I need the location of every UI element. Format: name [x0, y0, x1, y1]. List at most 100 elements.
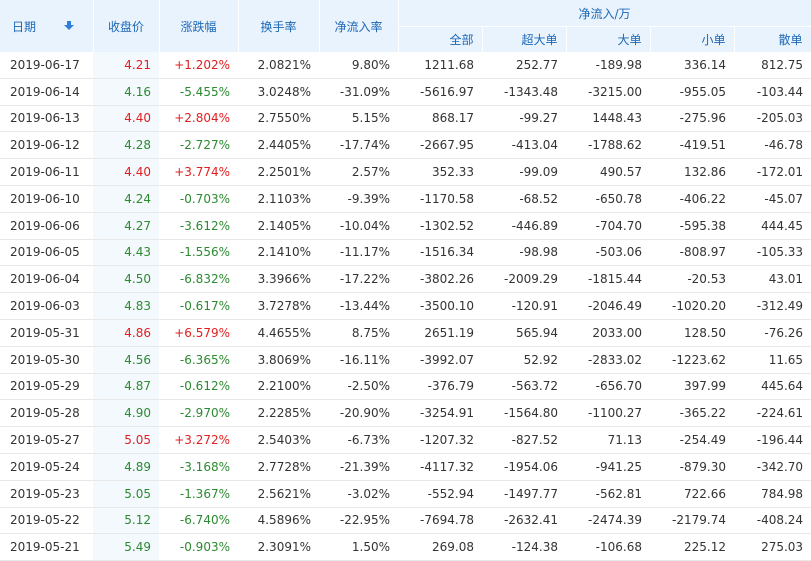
header-turnover[interactable]: 换手率: [238, 0, 320, 52]
cell-net-small: -595.38: [650, 212, 734, 240]
cell-close: 4.87: [93, 373, 159, 401]
cell-date: 2019-06-17: [0, 52, 93, 79]
cell-net-super-large: -68.52: [482, 185, 566, 213]
cell-turnover: 4.5896%: [238, 507, 319, 535]
cell-close: 4.28: [93, 131, 159, 160]
cell-date: 2019-06-12: [0, 131, 93, 160]
table-row[interactable]: 2019-05-30 4.56 -6.365% 3.8069% -16.11% -3992…: [0, 346, 811, 374]
header-net-ratio[interactable]: 净流入率: [319, 0, 399, 52]
cell-change: -0.703%: [159, 185, 238, 213]
cell-net-small: -808.97: [650, 239, 734, 267]
cell-net-small: -275.96: [650, 105, 734, 133]
cell-net-super-large: -2632.41: [482, 507, 566, 535]
cell-net-small: 225.12: [650, 533, 734, 561]
cell-net-large: 71.13: [566, 426, 650, 454]
cell-change: +3.774%: [159, 158, 238, 186]
cell-net-ratio: 1.50%: [319, 533, 398, 561]
table-row[interactable]: 2019-06-12 4.28 -2.727% 2.4405% -17.74% -2667…: [0, 131, 811, 160]
cell-net-ratio: -31.09%: [319, 78, 398, 106]
cell-net-large: -1100.27: [566, 399, 650, 428]
table-row[interactable]: 2019-05-29 4.87 -0.612% 2.2100% -2.50% -376.7…: [0, 373, 811, 401]
header-all[interactable]: 全部: [398, 26, 483, 52]
cell-net-all: -2667.95: [398, 131, 482, 160]
table-row[interactable]: 2019-06-10 4.24 -0.703% 2.1103% -9.39% -1170.…: [0, 185, 811, 213]
header-date[interactable]: 日期: [0, 0, 94, 52]
cell-net-large: 1448.43: [566, 105, 650, 133]
cell-change: -0.903%: [159, 533, 238, 561]
table-row[interactable]: 2019-06-11 4.40 +3.774% 2.2501% 2.57% 352.33-…: [0, 158, 811, 186]
table-row[interactable]: 2019-05-24 4.89 -3.168% 2.7728% -21.39% -4117…: [0, 453, 811, 481]
cell-net-super-large: -99.27: [482, 105, 566, 133]
cell-net-all: -4117.32: [398, 453, 482, 481]
cell-net-small: -879.30: [650, 453, 734, 481]
cell-close: 5.12: [93, 507, 159, 535]
cell-date: 2019-06-06: [0, 212, 93, 240]
cell-date: 2019-05-27: [0, 426, 93, 454]
cell-net-ratio: 2.57%: [319, 158, 398, 186]
cell-net-all: 352.33: [398, 158, 482, 186]
table-row[interactable]: 2019-05-21 5.49 -0.903% 2.3091% 1.50% 269.08-…: [0, 533, 811, 561]
cell-date: 2019-06-05: [0, 239, 93, 267]
cell-turnover: 4.4655%: [238, 319, 319, 347]
table-row[interactable]: 2019-06-03 4.83 -0.617% 3.7278% -13.44% -3500…: [0, 292, 811, 320]
cell-date: 2019-06-03: [0, 292, 93, 320]
cell-net-all: 1211.68: [398, 52, 482, 79]
cell-net-ratio: 8.75%: [319, 319, 398, 347]
header-change[interactable]: 涨跌幅: [159, 0, 239, 52]
cell-turnover: 2.5403%: [238, 426, 319, 454]
cell-change: +3.272%: [159, 426, 238, 454]
header-retail[interactable]: 散单: [734, 26, 811, 52]
table-row[interactable]: 2019-06-06 4.27 -3.612% 2.1405% -10.04% -1302…: [0, 212, 811, 240]
header-large[interactable]: 大单: [566, 26, 651, 52]
cell-net-ratio: -16.11%: [319, 346, 398, 374]
cell-net-retail: 445.64: [734, 373, 811, 401]
cell-net-ratio: -6.73%: [319, 426, 398, 454]
cell-net-small: 397.99: [650, 373, 734, 401]
cell-net-all: 868.17: [398, 105, 482, 133]
cell-net-ratio: -22.95%: [319, 507, 398, 535]
cell-net-large: -1788.62: [566, 131, 650, 160]
cell-net-large: -3215.00: [566, 78, 650, 106]
header-super-large[interactable]: 超大单: [482, 26, 567, 52]
table-row[interactable]: 2019-05-27 5.05 +3.272% 2.5403% -6.73% -1207.…: [0, 426, 811, 454]
header-date-label: 日期: [12, 19, 37, 34]
table-row[interactable]: 2019-06-13 4.40 +2.804% 2.7550% 5.15% 868.17-…: [0, 105, 811, 133]
cell-date: 2019-06-10: [0, 185, 93, 213]
cell-net-small: 336.14: [650, 52, 734, 79]
table-row[interactable]: 2019-06-04 4.50 -6.832% 3.3966% -17.22% -3802…: [0, 265, 811, 294]
cell-net-ratio: -17.22%: [319, 265, 398, 294]
cell-net-small: -2179.74: [650, 507, 734, 535]
cell-net-large: -941.25: [566, 453, 650, 481]
cell-net-retail: -342.70: [734, 453, 811, 481]
cell-change: -2.727%: [159, 131, 238, 160]
cell-change: -6.832%: [159, 265, 238, 294]
cell-net-small: -419.51: [650, 131, 734, 160]
cell-date: 2019-06-04: [0, 265, 93, 294]
table-row[interactable]: 2019-05-28 4.90 -2.970% 2.2285% -20.90% -3254…: [0, 399, 811, 428]
header-small[interactable]: 小单: [650, 26, 735, 52]
cell-close: 5.49: [93, 533, 159, 561]
header-close[interactable]: 收盘价: [93, 0, 160, 52]
cell-net-ratio: -17.74%: [319, 131, 398, 160]
cell-net-super-large: 565.94: [482, 319, 566, 347]
table-row[interactable]: 2019-05-23 5.05 -1.367% 2.5621% -3.02% -552.9…: [0, 480, 811, 508]
cell-net-all: -1516.34: [398, 239, 482, 267]
cell-close: 4.83: [93, 292, 159, 320]
cell-net-super-large: -124.38: [482, 533, 566, 561]
table-row[interactable]: 2019-06-17 4.21 +1.202% 2.0821% 9.80% 1211.68…: [0, 52, 811, 79]
cell-net-all: -376.79: [398, 373, 482, 401]
cell-date: 2019-05-29: [0, 373, 93, 401]
cell-net-super-large: 252.77: [482, 52, 566, 79]
sort-down-arrow-icon[interactable]: [63, 20, 74, 34]
table-row[interactable]: 2019-05-22 5.12 -6.740% 4.5896% -22.95% -7694…: [0, 507, 811, 535]
cell-net-large: -2833.02: [566, 346, 650, 374]
cell-net-super-large: -120.91: [482, 292, 566, 320]
table-row[interactable]: 2019-06-05 4.43 -1.556% 2.1410% -11.17% -1516…: [0, 239, 811, 267]
cell-net-small: -1223.62: [650, 346, 734, 374]
table-row[interactable]: 2019-06-14 4.16 -5.455% 3.0248% -31.09% -5616…: [0, 78, 811, 106]
cell-net-super-large: -446.89: [482, 212, 566, 240]
table-row[interactable]: 2019-05-31 4.86 +6.579% 4.4655% 8.75% 2651.19…: [0, 319, 811, 347]
cell-date: 2019-05-24: [0, 453, 93, 481]
cell-net-retail: 11.65: [734, 346, 811, 374]
cell-close: 4.24: [93, 185, 159, 213]
